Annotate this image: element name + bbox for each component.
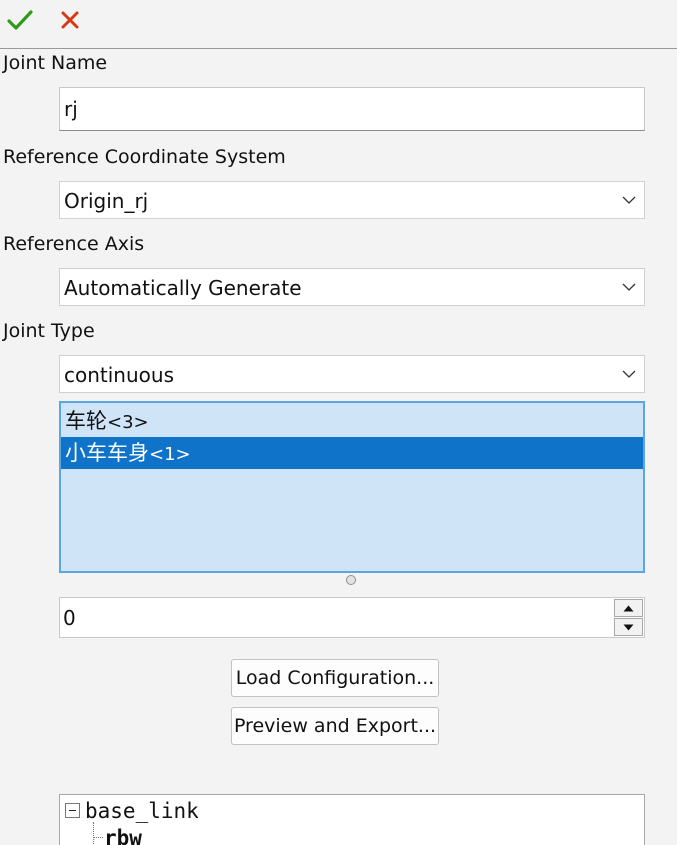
ok-button[interactable] <box>6 6 34 34</box>
list-item-selected[interactable]: 小车车身<1> <box>61 437 643 469</box>
list-item-count: <3> <box>107 412 149 433</box>
joint-type-select[interactable]: continuous <box>59 355 645 393</box>
reference-axis-label: Reference Axis <box>3 233 145 255</box>
reference-coordinate-system-value: Origin_rj <box>64 189 149 213</box>
chevron-down-icon <box>622 283 636 291</box>
spin-down-button[interactable] <box>614 618 643 636</box>
list-item-name: 车轮 <box>65 409 107 433</box>
list-item-count: <1> <box>149 444 191 465</box>
joint-name-label: Joint Name <box>3 52 108 74</box>
value-spinbox <box>59 597 645 638</box>
reference-axis-select[interactable]: Automatically Generate <box>59 268 645 306</box>
reference-axis-value: Automatically Generate <box>64 276 302 300</box>
component-listbox[interactable]: 车轮<3> 小车车身<1> <box>59 401 645 573</box>
tree-connector <box>93 837 103 838</box>
splitter-handle[interactable] <box>346 575 356 585</box>
value-spinbox-input[interactable] <box>60 598 612 637</box>
joint-editor-panel: Joint Name Reference Coordinate System O… <box>0 0 677 845</box>
tree-root-node[interactable]: base_link <box>85 797 199 825</box>
joint-type-label: Joint Type <box>3 320 95 342</box>
toolbar <box>0 0 677 49</box>
close-icon <box>61 11 79 29</box>
joint-type-value: continuous <box>64 363 174 387</box>
preview-and-export-button[interactable]: Preview and Export... <box>231 707 439 745</box>
tree-connector <box>93 822 94 845</box>
triangle-up-icon <box>623 605 634 611</box>
reference-coordinate-system-select[interactable]: Origin_rj <box>59 181 645 219</box>
checkmark-icon <box>7 10 33 30</box>
spin-up-button[interactable] <box>614 599 643 617</box>
joint-name-field <box>59 87 645 131</box>
tree-child-node[interactable]: rbw <box>104 825 142 845</box>
link-tree: base_link rbw <box>59 794 645 845</box>
joint-name-input[interactable] <box>60 88 644 130</box>
load-configuration-button[interactable]: Load Configuration... <box>231 659 439 697</box>
reference-coordinate-system-label: Reference Coordinate System <box>3 146 286 168</box>
list-item-name: 小车车身 <box>65 441 149 465</box>
chevron-down-icon <box>622 370 636 378</box>
chevron-down-icon <box>622 196 636 204</box>
list-item[interactable]: 车轮<3> <box>61 405 643 437</box>
collapse-icon[interactable] <box>65 803 80 818</box>
triangle-down-icon <box>623 624 634 630</box>
cancel-button[interactable] <box>56 6 84 34</box>
